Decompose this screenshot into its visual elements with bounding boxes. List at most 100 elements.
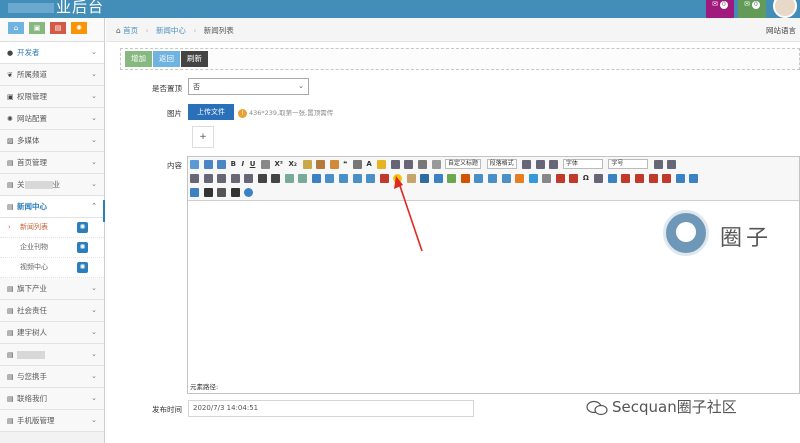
breadcrumb-section-link[interactable]: 新闻中心 (156, 26, 186, 35)
special-char-icon[interactable]: Ω (583, 174, 589, 182)
image-float-none-icon[interactable] (325, 174, 335, 183)
sidebar-item-channel[interactable]: ❦ 所属频道 ⌄ (0, 64, 104, 86)
back-button[interactable]: 返回 (153, 51, 180, 67)
insert-frame-icon[interactable] (474, 174, 484, 183)
background-icon[interactable] (528, 174, 538, 183)
anchor-icon[interactable] (311, 174, 321, 183)
add-image-button[interactable]: + (192, 126, 214, 148)
insert-code-icon[interactable] (488, 174, 498, 183)
map-icon[interactable] (447, 174, 457, 183)
gear-icon[interactable]: ✺ (77, 262, 88, 273)
upload-file-button[interactable]: 上传文件 (188, 104, 234, 120)
refresh-button[interactable]: 刷新 (181, 51, 208, 67)
blockquote-icon[interactable]: ❝ (343, 160, 347, 168)
italic-icon[interactable]: I (242, 160, 245, 168)
sidebar-item-news-center[interactable]: ▤ 新闻中心 ⌃ (0, 196, 104, 218)
underline-icon[interactable]: U (250, 160, 256, 168)
rtl-icon[interactable] (667, 160, 677, 169)
insert-col-icon[interactable] (648, 174, 658, 183)
insert-image-icon[interactable] (379, 174, 389, 183)
publish-time-input[interactable]: 2020/7/3 14:04:51 (188, 400, 474, 417)
image-center-icon[interactable] (366, 174, 376, 183)
merge-cells-icon[interactable] (675, 174, 685, 183)
font-color-icon[interactable]: A (366, 160, 371, 168)
strikethrough-icon[interactable] (260, 160, 270, 169)
gear-shortcut-button[interactable]: ✺ (71, 22, 87, 34)
ordered-list-icon[interactable] (390, 160, 400, 169)
align-left-icon[interactable] (203, 174, 213, 183)
avatar[interactable] (773, 0, 797, 18)
row-spacing-bottom-icon[interactable] (535, 160, 545, 169)
uppercase-icon[interactable] (257, 174, 267, 183)
horizontal-rule-icon[interactable] (542, 174, 552, 183)
sidebar-item-industries[interactable]: ▤ 旗下产业 ⌄ (0, 278, 104, 300)
home-shortcut-button[interactable]: ⌂ (8, 22, 24, 34)
lock-shortcut-button[interactable]: ▣ (29, 22, 45, 34)
highlight-icon[interactable] (377, 160, 387, 169)
gear-icon[interactable]: ✺ (77, 222, 88, 233)
help-icon[interactable] (244, 188, 254, 197)
paragraph-format-select[interactable]: 段落格式 (486, 159, 517, 169)
align-justify-icon[interactable] (244, 174, 254, 183)
time-icon[interactable] (569, 174, 579, 183)
sidebar-subitem-publications[interactable]: 企业刊物 ✺ (0, 238, 104, 258)
auto-format-icon[interactable] (329, 160, 339, 169)
sidebar-item-site-config[interactable]: ✺ 网站配置 ⌄ (0, 108, 104, 130)
undo-icon[interactable] (203, 160, 213, 169)
delete-row-icon[interactable] (635, 174, 644, 183)
sidebar-item-developer[interactable]: ● 开发者 ⌄ (0, 42, 104, 64)
delete-col-icon[interactable] (662, 174, 672, 183)
paste-plain-icon[interactable] (352, 160, 362, 169)
sidebar-item-redacted[interactable]: ▤ ⌄ (0, 344, 104, 366)
insert-row-icon[interactable] (621, 174, 631, 183)
unlink-icon[interactable] (298, 174, 308, 183)
sidebar-item-education[interactable]: ▤ 建宇树人 ⌄ (0, 322, 104, 344)
ltr-icon[interactable] (653, 160, 663, 169)
image-shortcut-button[interactable]: ▤ (50, 22, 66, 34)
add-button[interactable]: 增加 (125, 51, 152, 67)
sidebar-subitem-video-center[interactable]: 视频中心 ✺ (0, 258, 104, 278)
redo-icon[interactable] (217, 160, 227, 169)
sidebar-item-social-responsibility[interactable]: ▤ 社会责任 ⌄ (0, 300, 104, 322)
sidebar-item-media[interactable]: ▨ 多媒体 ⌄ (0, 130, 104, 152)
image-float-right-icon[interactable] (352, 174, 362, 183)
pin-top-select[interactable]: 否 ⌄ (188, 78, 309, 95)
notifications-badge[interactable]: ✉ 0 (738, 0, 766, 18)
google-map-icon[interactable] (460, 174, 470, 183)
table-props-icon[interactable] (607, 174, 617, 183)
select-all-icon[interactable] (417, 160, 427, 169)
search-replace-icon[interactable] (230, 188, 240, 197)
html-source-icon[interactable] (190, 160, 199, 169)
sidebar-subitem-news-list[interactable]: › 新闻列表 ✺ (0, 218, 104, 238)
lowercase-icon[interactable] (271, 174, 281, 183)
align-right-icon[interactable] (230, 174, 240, 183)
print-icon[interactable] (203, 188, 213, 197)
sidebar-item-contact[interactable]: ▤ 联络我们 ⌄ (0, 388, 104, 410)
table-split-icon[interactable] (190, 188, 199, 197)
line-height-icon[interactable] (549, 160, 559, 169)
template-icon[interactable] (515, 174, 525, 183)
row-spacing-top-icon[interactable] (522, 160, 532, 169)
superscript-icon[interactable]: X² (274, 160, 282, 168)
sidebar-item-home-management[interactable]: ▤ 首页管理 ⌄ (0, 152, 104, 174)
date-icon[interactable] (555, 174, 565, 183)
format-brush-icon[interactable] (302, 160, 312, 169)
custom-heading-select[interactable]: 自定义标题 (445, 159, 482, 169)
page-break-icon[interactable] (501, 174, 511, 183)
image-float-left-icon[interactable] (339, 174, 349, 183)
sidebar-item-partner[interactable]: ▤ 与您携手 ⌄ (0, 366, 104, 388)
align-center-icon[interactable] (217, 174, 227, 183)
sidebar-item-about[interactable]: ▤ 关业 ⌄ (0, 174, 104, 196)
sidebar-item-mobile[interactable]: ▤ 手机版管理 ⌄ (0, 410, 104, 432)
unordered-list-icon[interactable] (404, 160, 414, 169)
subscript-icon[interactable]: X₂ (288, 160, 296, 168)
site-language-label[interactable]: 网站语言 (766, 25, 796, 36)
eraser-icon[interactable] (316, 160, 326, 169)
split-cells-icon[interactable] (689, 174, 699, 183)
messages-badge[interactable]: ✉ 0 (706, 0, 734, 18)
sidebar-item-permissions[interactable]: ▣ 权限管理 ⌄ (0, 86, 104, 108)
clear-doc-icon[interactable] (431, 160, 441, 169)
font-family-select[interactable]: 字体 (562, 159, 603, 169)
link-icon[interactable] (284, 174, 294, 183)
gear-icon[interactable]: ✺ (77, 242, 88, 253)
